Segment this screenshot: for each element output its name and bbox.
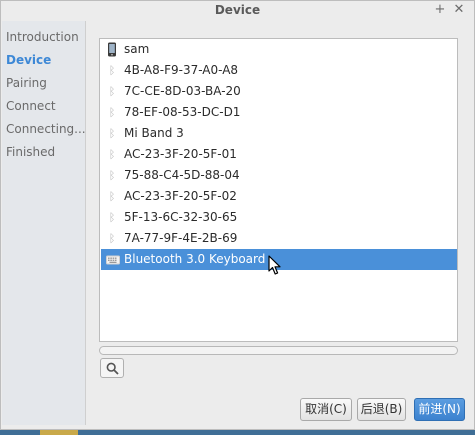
device-name: 78-EF-08-53-DC-D1 bbox=[124, 105, 241, 119]
device-name: 75-88-C4-5D-88-04 bbox=[124, 168, 240, 182]
device-row[interactable]: ᛒ 75-88-C4-5D-88-04 bbox=[101, 165, 457, 186]
device-name: AC-23-3F-20-5F-02 bbox=[124, 189, 237, 203]
bluetooth-icon: ᛒ bbox=[108, 232, 116, 245]
search-button[interactable] bbox=[100, 358, 124, 378]
keyboard-icon bbox=[106, 252, 120, 267]
next-button[interactable]: 前进(N) bbox=[414, 398, 465, 421]
bluetooth-icon: ᛒ bbox=[108, 85, 116, 98]
close-button[interactable]: ✕ bbox=[452, 2, 466, 18]
device-name: 5F-13-6C-32-30-65 bbox=[124, 210, 238, 224]
window-title: Device bbox=[214, 3, 261, 17]
step-finished: Finished bbox=[6, 145, 56, 159]
step-introduction: Introduction bbox=[6, 30, 79, 44]
phone-icon bbox=[106, 42, 118, 57]
device-row[interactable]: ᛒ 5F-13-6C-32-30-65 bbox=[101, 207, 457, 228]
device-name: Mi Band 3 bbox=[124, 126, 184, 140]
device-dialog: Device + ✕ Introduction Device Pairing C… bbox=[0, 0, 475, 430]
taskbar-app-thumbnail[interactable] bbox=[40, 430, 78, 435]
device-row[interactable]: ᛒ 78-EF-08-53-DC-D1 bbox=[101, 102, 457, 123]
device-name: 4B-A8-F9-37-A0-A8 bbox=[124, 63, 239, 77]
back-button[interactable]: 后退(B) bbox=[357, 398, 406, 421]
step-connecting: Connecting... bbox=[6, 122, 86, 136]
device-row[interactable]: ᛒ 7A-77-9F-4E-2B-69 bbox=[101, 228, 457, 249]
device-name: sam bbox=[124, 42, 150, 56]
mouse-cursor-icon bbox=[268, 255, 281, 275]
device-row[interactable]: ᛒ AC-23-3F-20-5F-01 bbox=[101, 144, 457, 165]
title-bar[interactable]: Device + ✕ bbox=[1, 1, 474, 20]
bluetooth-icon: ᛒ bbox=[108, 148, 116, 161]
bluetooth-icon: ᛒ bbox=[108, 106, 116, 119]
device-row[interactable]: ᛒ Mi Band 3 bbox=[101, 123, 457, 144]
step-pairing: Pairing bbox=[6, 76, 47, 90]
device-name: 7A-77-9F-4E-2B-69 bbox=[124, 231, 238, 245]
search-icon bbox=[106, 362, 119, 375]
bluetooth-icon: ᛒ bbox=[108, 64, 116, 77]
device-row[interactable]: sam bbox=[101, 39, 457, 60]
device-row[interactable]: ᛒ 4B-A8-F9-37-A0-A8 bbox=[101, 60, 457, 81]
cancel-button[interactable]: 取消(C) bbox=[300, 398, 352, 421]
bluetooth-icon: ᛒ bbox=[108, 190, 116, 203]
step-device: Device bbox=[6, 53, 52, 67]
maximize-button[interactable]: + bbox=[433, 2, 447, 18]
step-connect: Connect bbox=[6, 99, 56, 113]
wizard-steps-sidebar: Introduction Device Pairing Connect Conn… bbox=[2, 21, 86, 425]
device-row[interactable]: ᛒ 7C-CE-8D-03-BA-20 bbox=[101, 81, 457, 102]
horizontal-scrollbar[interactable] bbox=[99, 346, 458, 355]
device-name: Bluetooth 3.0 Keyboard bbox=[124, 252, 266, 266]
device-row[interactable]: ᛒ AC-23-3F-20-5F-02 bbox=[101, 186, 457, 207]
bluetooth-icon: ᛒ bbox=[108, 211, 116, 224]
device-list[interactable]: sam ᛒ 4B-A8-F9-37-A0-A8 ᛒ 7C-CE-8D-03-BA… bbox=[99, 38, 458, 342]
bluetooth-icon: ᛒ bbox=[108, 127, 116, 140]
device-name: 7C-CE-8D-03-BA-20 bbox=[124, 84, 241, 98]
bluetooth-icon: ᛒ bbox=[108, 169, 116, 182]
device-name: AC-23-3F-20-5F-01 bbox=[124, 147, 237, 161]
